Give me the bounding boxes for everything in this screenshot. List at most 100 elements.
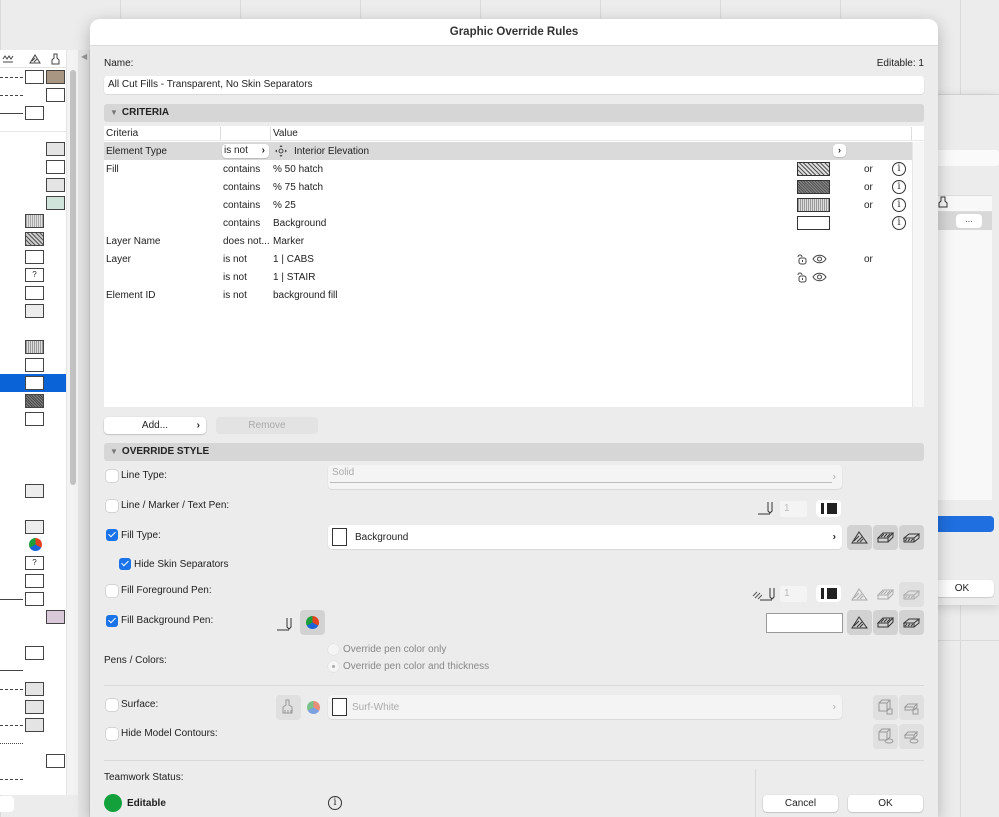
- cut-fill-button[interactable]: [847, 582, 872, 607]
- operator-value[interactable]: is not: [223, 254, 247, 265]
- criteria-row[interactable]: Layer Name does not... Marker: [104, 232, 912, 250]
- fill-foreground-pen-number-field[interactable]: 1: [780, 586, 807, 602]
- criteria-row[interactable]: Fill contains % 50 hatch or i: [104, 160, 912, 178]
- pen-icon: [758, 502, 773, 515]
- collapse-arrow-icon[interactable]: ◀: [81, 52, 87, 61]
- cancel-button[interactable]: Cancel: [763, 795, 838, 812]
- cut-fill-icon: [851, 616, 868, 629]
- line-pen-checkbox[interactable]: [106, 500, 118, 512]
- scrollbar-thumb[interactable]: [70, 70, 76, 485]
- fill-background-pen-checkbox[interactable]: [106, 615, 118, 627]
- line-type-dropdown[interactable]: Solid ›: [328, 465, 842, 489]
- teamwork-status-indicator: [104, 794, 122, 812]
- ok-button[interactable]: OK: [848, 795, 923, 812]
- operator-value[interactable]: contains: [223, 164, 260, 175]
- background-dialog-primary-button[interactable]: [930, 516, 994, 532]
- operator-value[interactable]: contains: [223, 200, 260, 211]
- surface-dropdown[interactable]: Surf-White ›: [328, 695, 842, 719]
- background-pen-color-swatch[interactable]: [766, 613, 843, 633]
- hide-skin-separators-checkbox[interactable]: [119, 558, 131, 570]
- contour-uncut-button[interactable]: [899, 724, 924, 749]
- criteria-row[interactable]: Layer is not 1 | CABS or: [104, 250, 912, 268]
- drafting-fill-button[interactable]: [899, 582, 924, 607]
- radio-override-color-only[interactable]: [328, 644, 339, 655]
- criteria-table-scrollbar[interactable]: [912, 142, 924, 407]
- line-pen-number-field[interactable]: 1: [780, 501, 807, 517]
- operator-value[interactable]: is not: [223, 272, 247, 283]
- color-wheel-icon[interactable]: [307, 701, 320, 714]
- fill-foreground-pen-checkbox[interactable]: [106, 585, 118, 597]
- pen-color-picker-button[interactable]: [300, 610, 325, 635]
- fill-type-dropdown[interactable]: Background ›: [328, 525, 842, 549]
- cover-fill-icon: [877, 617, 894, 628]
- surface-swatch: [46, 160, 65, 174]
- left-list-scrollbar[interactable]: [66, 50, 78, 795]
- surface-brush-button[interactable]: [276, 695, 301, 720]
- cover-fill-button[interactable]: [873, 525, 898, 550]
- criteria-section-header[interactable]: ▼ CRITERIA: [104, 104, 924, 122]
- column-header-value[interactable]: Value: [273, 128, 298, 139]
- background-dialog-ok-button[interactable]: OK: [930, 580, 994, 597]
- disclosure-triangle-icon[interactable]: ▼: [110, 447, 118, 456]
- operator-value[interactable]: contains: [223, 182, 260, 193]
- remove-criteria-button[interactable]: Remove: [216, 417, 318, 434]
- add-criteria-button[interactable]: Add... ›: [104, 417, 206, 434]
- criteria-name: Fill: [106, 164, 119, 175]
- criteria-row[interactable]: contains % 75 hatch or i: [104, 178, 912, 196]
- info-icon[interactable]: i: [892, 198, 906, 212]
- cover-fill-button[interactable]: [873, 582, 898, 607]
- background-dialog-field[interactable]: [930, 150, 999, 166]
- radio-override-color-thickness[interactable]: [328, 661, 339, 672]
- add-button-label: Add...: [141, 420, 169, 431]
- cut-fill-button[interactable]: [847, 610, 872, 635]
- override-style-section-header[interactable]: ▼ OVERRIDE STYLE: [104, 443, 924, 461]
- foreground-pen-icon: [752, 588, 775, 601]
- disclosure-triangle-icon[interactable]: ▼: [110, 108, 118, 117]
- surface-cut-button[interactable]: [873, 695, 898, 720]
- column-header-criteria[interactable]: Criteria: [106, 128, 138, 139]
- line-type-checkbox[interactable]: [106, 470, 118, 482]
- background-table-row[interactable]: ...: [930, 212, 992, 230]
- criteria-value: % 50 hatch: [273, 164, 324, 175]
- drafting-fill-icon: [903, 533, 920, 543]
- cover-fill-button[interactable]: [873, 610, 898, 635]
- drafting-fill-button[interactable]: [899, 525, 924, 550]
- criteria-row[interactable]: contains % 25 or i: [104, 196, 912, 214]
- radio-label: Override pen color only: [343, 644, 447, 655]
- rule-name-input[interactable]: [104, 76, 924, 94]
- hide-model-contours-checkbox[interactable]: [106, 728, 118, 740]
- info-icon[interactable]: i: [892, 180, 906, 194]
- contour-cut-button[interactable]: [873, 724, 898, 749]
- info-icon[interactable]: i: [892, 162, 906, 176]
- left-bottom-field[interactable]: [0, 796, 14, 812]
- info-icon[interactable]: i: [892, 216, 906, 230]
- paint-brush-icon: [282, 699, 293, 714]
- criteria-row[interactable]: Element Type is not › Interior Elevation …: [104, 142, 912, 160]
- criteria-row[interactable]: Element ID is not background fill: [104, 286, 912, 304]
- operator-value[interactable]: contains: [223, 218, 260, 229]
- pen-thickness-button[interactable]: [816, 500, 841, 517]
- criteria-row[interactable]: is not 1 | STAIR: [104, 268, 912, 286]
- pen-thickness-button[interactable]: [816, 585, 841, 602]
- pen-icon: [277, 618, 292, 631]
- unlock-icon: [797, 254, 807, 265]
- line-sample: [0, 725, 23, 726]
- fill-type-checkbox[interactable]: [106, 529, 118, 541]
- panel-splitter[interactable]: ◀: [78, 50, 90, 817]
- more-button[interactable]: ...: [956, 214, 982, 228]
- criteria-row[interactable]: contains Background i: [104, 214, 912, 232]
- teamwork-info-icon[interactable]: i: [328, 796, 342, 810]
- drafting-fill-button[interactable]: [899, 610, 924, 635]
- cut-fill-button[interactable]: [847, 525, 872, 550]
- surface-uncut-button[interactable]: [899, 695, 924, 720]
- chevron-right-icon: ›: [832, 701, 836, 713]
- operator-dropdown[interactable]: is not ›: [222, 144, 269, 158]
- value-picker-button[interactable]: ›: [833, 144, 846, 157]
- fill-swatch: [25, 70, 44, 84]
- conjunction: or: [864, 200, 873, 211]
- surface-checkbox[interactable]: [106, 699, 118, 711]
- operator-value[interactable]: does not...: [223, 236, 270, 247]
- line-type-label: Line Type:: [121, 470, 167, 481]
- operator-value[interactable]: is not: [223, 290, 247, 301]
- criteria-value: 1 | STAIR: [273, 272, 316, 283]
